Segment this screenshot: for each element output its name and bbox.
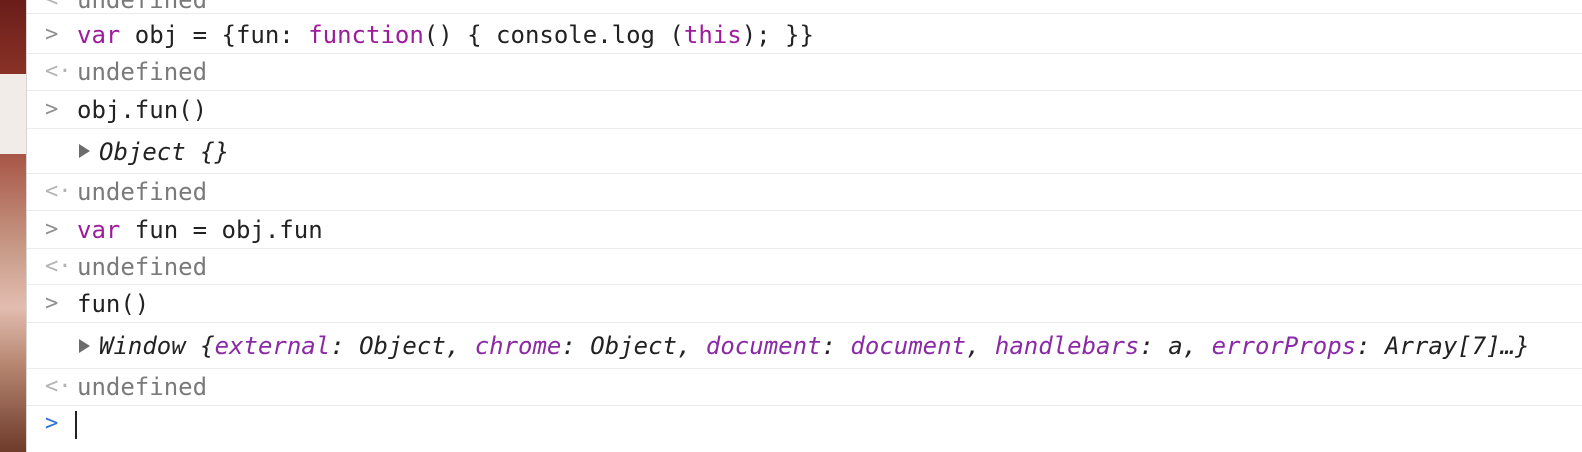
console-input-caret[interactable] [75,411,77,439]
code-token: obj = {fun: [120,21,309,49]
console-object-text[interactable]: Object {} [99,138,229,166]
console-row: <· undefined [27,174,1582,211]
console-row: > var fun = obj.fun [27,211,1582,249]
code-token: ); }} [741,21,814,49]
console-object-text[interactable]: Window {external: Object, chrome: Object… [99,332,1530,360]
code-token: : Object, [330,332,475,360]
code-token: : Array[7]…} [1356,332,1530,360]
background-patch [0,74,26,154]
console-panel[interactable]: <· undefined > var obj = {fun: function(… [26,0,1582,452]
code-token: var [77,216,121,244]
console-input-text[interactable]: fun() [77,290,149,318]
console-result-text: undefined [77,373,208,401]
code-token: : [821,332,851,360]
return-arrow-icon: <· [45,179,72,204]
console-row: > fun() [27,285,1582,323]
background-strip [0,0,26,452]
code-token: function [308,21,424,49]
disclosure-triangle-icon[interactable] [79,144,90,158]
console-result-text: undefined [77,0,208,14]
console-result-text: undefined [77,178,208,206]
code-token: var [77,21,121,49]
code-token: fun = obj.fun [120,216,323,244]
console-row: <· undefined [27,249,1582,285]
console-row: > var obj = {fun: function() { console.l… [27,16,1582,54]
return-arrow-icon: <· [45,374,72,399]
chevron-right-icon: > [45,97,59,122]
console-row: <· undefined [27,54,1582,91]
disclosure-triangle-icon[interactable] [79,339,90,353]
console-input-text[interactable]: var obj = {fun: function() { console.log… [77,21,814,49]
console-row: <· undefined [27,0,1582,14]
console-input-text[interactable]: var fun = obj.fun [77,216,323,244]
console-result-text: undefined [77,253,208,281]
code-token: this [683,21,742,49]
active-prompt-chevron-icon: > [45,411,59,436]
console-row: Window {external: Object, chrome: Object… [27,323,1582,369]
console-result-text: undefined [77,58,208,86]
code-token: document [850,332,966,360]
code-token: handlebars [994,332,1140,360]
return-arrow-icon: <· [45,254,72,279]
code-token: : Object, [561,332,706,360]
code-token: document [705,332,822,360]
console-input-text[interactable]: obj.fun() [77,96,207,124]
chevron-right-icon: > [45,291,59,316]
chevron-right-icon: > [45,22,59,47]
code-token: () { console.log ( [423,21,684,49]
code-token: Window { [99,332,215,360]
console-row: > obj.fun() [27,91,1582,129]
devtools-console-screenshot: <· undefined > var obj = {fun: function(… [0,0,1582,452]
console-row: Object {} [27,129,1582,174]
code-token: errorProps [1211,332,1357,360]
return-arrow-icon: <· [45,59,72,84]
chevron-right-icon: > [45,217,59,242]
return-arrow-icon: <· [45,0,72,14]
console-row: <· undefined [27,369,1582,406]
code-token: external [214,332,331,360]
code-token: chrome [474,332,562,360]
code-token: , [965,332,995,360]
code-token: : a, [1139,332,1212,360]
